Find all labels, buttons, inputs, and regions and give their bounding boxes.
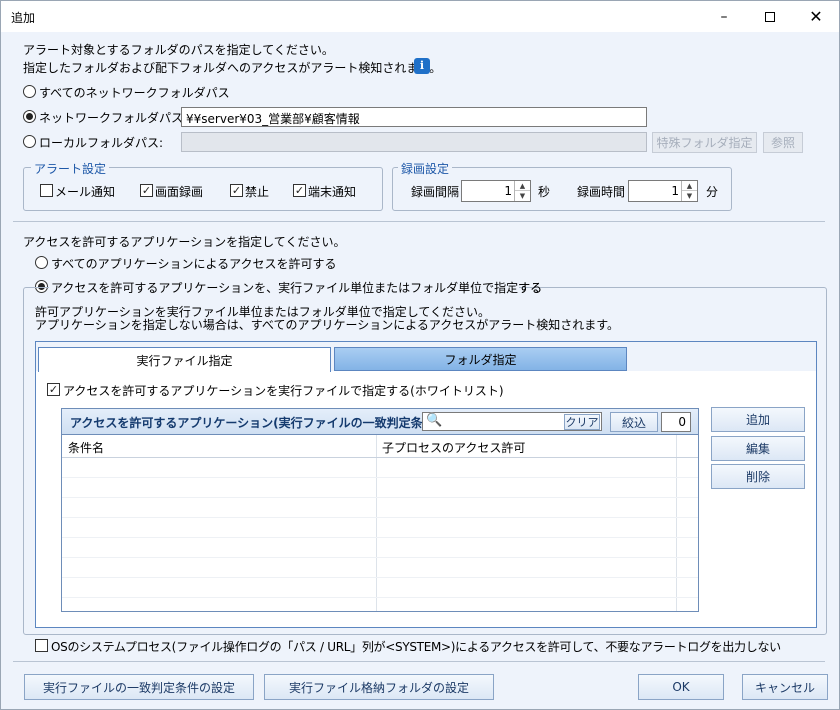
interval-up-icon[interactable]: ▲ [515, 181, 530, 191]
tab-executable-label: 実行ファイル指定 [136, 353, 233, 368]
column-header-name[interactable]: 条件名 [68, 439, 104, 456]
browse-button[interactable]: 参照 [763, 132, 803, 153]
ok-button[interactable]: OK [638, 674, 724, 700]
interval-down-icon[interactable]: ▼ [515, 191, 530, 201]
count-field: 0 [661, 412, 691, 432]
footer-divider [13, 661, 825, 662]
add-dialog: 追加 – ✕ アラート対象とするフォルダのパスを指定してください。 指定したフォ… [0, 0, 840, 710]
apps-heading: アクセスを許可するアプリケーションを指定してください。 [23, 235, 346, 249]
tab-folder-label: フォルダ指定 [444, 352, 517, 367]
record-time-down-icon[interactable]: ▼ [682, 191, 697, 201]
match-condition-button[interactable]: 実行ファイルの一致判定条件の設定 [24, 674, 254, 700]
radio-network-path[interactable] [23, 110, 36, 123]
tab-executable[interactable]: 実行ファイル指定 [38, 347, 331, 372]
interval-spinner[interactable]: 1 ▲ ▼ [461, 180, 531, 202]
record-time-value: 1 [671, 184, 679, 198]
clear-button[interactable]: クリア [564, 414, 600, 430]
recording-settings-label: 録画設定 [398, 160, 453, 177]
target-instruction-1: アラート対象とするフォルダのパスを指定してください。 [23, 43, 334, 57]
terminal-notify-checkbox[interactable]: ✓ [293, 184, 306, 197]
mail-label: メール通知 [55, 185, 116, 199]
edit-button[interactable]: 編集 [711, 436, 805, 461]
add-button[interactable]: 追加 [711, 407, 805, 432]
table-body: 条件名 子プロセスのアクセス許可 [62, 435, 698, 611]
radio-all-apps[interactable] [35, 256, 48, 269]
screen-record-checkbox[interactable]: ✓ [140, 184, 153, 197]
network-path-input[interactable]: ¥¥server¥03_営業部¥顧客情報 [181, 107, 647, 127]
system-process-checkbox[interactable] [35, 639, 48, 652]
exe-folder-button[interactable]: 実行ファイル格納フォルダの設定 [264, 674, 494, 700]
radio-all-apps-label: すべてのアプリケーションによるアクセスを許可する [51, 257, 337, 271]
search-icon: 🔍 [426, 413, 443, 428]
title-bar: 追加 – ✕ [1, 1, 839, 32]
filter-button[interactable]: 絞込 [610, 412, 658, 432]
interval-unit: 秒 [538, 185, 551, 199]
screen-record-label: 画面録画 [155, 185, 204, 199]
close-icon[interactable]: ✕ [793, 1, 839, 32]
apps-desc-2: アプリケーションを指定しない場合は、すべてのアプリケーションによるアクセスがアラ… [35, 318, 620, 332]
info-icon[interactable]: i [414, 58, 430, 74]
maximize-icon[interactable] [747, 1, 793, 32]
radio-all-network-label: すべてのネットワークフォルダパス [39, 86, 230, 100]
whitelist-checkbox[interactable]: ✓ [47, 383, 60, 396]
cancel-button[interactable]: キャンセル [742, 674, 828, 700]
radio-local-path[interactable] [23, 135, 36, 148]
interval-label: 録画間隔 [411, 185, 460, 199]
whitelist-label: アクセスを許可するアプリケーションを実行ファイルで指定する(ホワイトリスト) [63, 384, 504, 398]
record-time-unit: 分 [706, 185, 719, 199]
target-instruction-2: 指定したフォルダおよび配下フォルダへのアクセスがアラート検知されます。 [23, 61, 442, 75]
record-time-up-icon[interactable]: ▲ [682, 181, 697, 191]
mail-checkbox[interactable] [40, 184, 53, 197]
section-divider [13, 221, 825, 222]
radio-local-path-label: ローカルフォルダパス: [39, 136, 164, 150]
alert-settings-label: アラート設定 [31, 160, 110, 177]
record-time-label: 録画時間 [577, 185, 626, 199]
delete-button[interactable]: 削除 [711, 464, 805, 489]
terminal-notify-label: 端末通知 [308, 185, 357, 199]
special-folder-button[interactable]: 特殊フォルダ指定 [652, 132, 757, 153]
tab-folder[interactable]: フォルダ指定 [334, 347, 627, 371]
radio-all-network[interactable] [23, 85, 36, 98]
block-label: 禁止 [245, 185, 270, 199]
column-header-child-process[interactable]: 子プロセスのアクセス許可 [382, 439, 525, 456]
local-path-input[interactable] [181, 132, 647, 152]
radio-specify-apps-label-overlay: アクセスを許可するアプリケーションを、実行ファイル単位またはフォルダ単位で指定す… [51, 281, 543, 295]
system-process-label: OSのシステムプロセス(ファイル操作ログの「パス / URL」列が<SYSTEM… [51, 640, 781, 654]
interval-value: 1 [504, 184, 512, 198]
minimize-icon[interactable]: – [701, 1, 747, 32]
table-title: アクセスを許可するアプリケーション(実行ファイルの一致判定条件) [70, 416, 441, 430]
window-title: 追加 [11, 11, 36, 25]
record-time-spinner[interactable]: 1 ▲ ▼ [628, 180, 698, 202]
apps-table: アクセスを許可するアプリケーション(実行ファイルの一致判定条件) 🔍 クリア 絞… [61, 408, 699, 612]
radio-network-path-label: ネットワークフォルダパス: [39, 111, 188, 125]
block-checkbox[interactable]: ✓ [230, 184, 243, 197]
